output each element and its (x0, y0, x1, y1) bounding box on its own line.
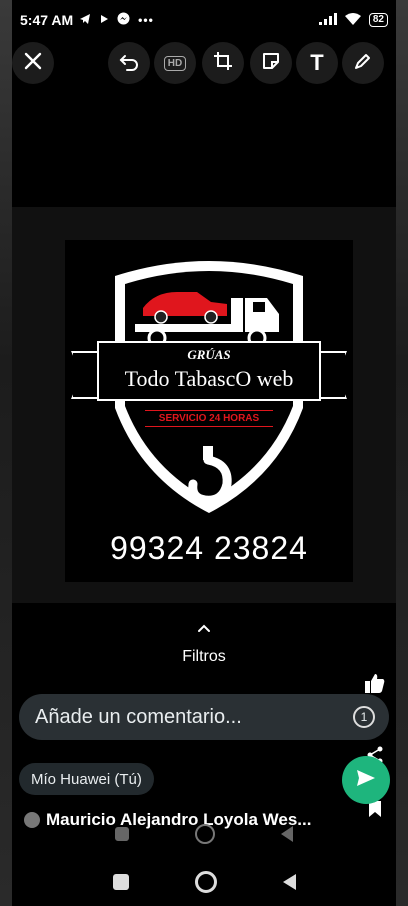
wifi-icon (344, 12, 361, 28)
flyer-brand: Todo TabascO web (124, 366, 294, 391)
status-time: 5:47 AM (20, 12, 74, 28)
text-icon: T (310, 50, 324, 75)
flyer-phone: 99324 23824 (110, 530, 308, 566)
hd-button[interactable]: HD (154, 42, 196, 84)
banner-main: GRÚAS Todo TabascO web (97, 341, 321, 401)
sticker-button[interactable] (250, 42, 292, 84)
sticker-icon (260, 50, 282, 77)
flyer-servicio: SERVICIO 24 HORAS (145, 410, 273, 427)
background-blur-right (396, 0, 408, 906)
tow-truck-flyer: GRÚAS Todo TabascO web SERVICIO 24 HORAS… (65, 240, 353, 582)
status-audience-chip[interactable]: Mío Huawei (Tú) (19, 763, 154, 795)
home-circle-icon (195, 824, 215, 844)
hd-icon: HD (163, 55, 187, 71)
battery-indicator: 82 (368, 13, 388, 27)
screen: 5:47 AM ••• 82 HD T GRÚAS Todo TabascO w… (0, 0, 408, 906)
comment-placeholder: Añade un comentario... (35, 705, 242, 728)
brand-banner: GRÚAS Todo TabascO web (71, 337, 347, 407)
filters-label: Filtros (182, 648, 226, 665)
more-dots-icon: ••• (138, 13, 154, 27)
view-once-icon[interactable]: 1 (353, 706, 375, 728)
back-button[interactable] (282, 874, 296, 890)
send-icon (355, 767, 377, 794)
text-button[interactable]: T (296, 42, 338, 84)
home-button[interactable] (194, 871, 217, 893)
image-preview: GRÚAS Todo TabascO web SERVICIO 24 HORAS… (12, 207, 396, 603)
draw-button[interactable] (342, 42, 384, 84)
status-bar: 5:47 AM ••• 82 (12, 0, 396, 40)
preview-nav-bar (0, 824, 408, 844)
editor-toolbar: HD T (12, 40, 396, 88)
undo-button[interactable] (108, 42, 150, 84)
messenger-icon (117, 12, 130, 28)
telegram-icon (79, 13, 91, 28)
send-button[interactable] (342, 756, 390, 804)
system-nav-bar (0, 868, 408, 896)
signal-icon (318, 12, 337, 28)
crop-rotate-button[interactable] (202, 42, 244, 84)
close-icon (22, 50, 44, 77)
flyer-gruas: GRÚAS (187, 347, 231, 362)
recents-square-icon (115, 827, 129, 841)
background-blur-left (0, 0, 12, 906)
crop-rotate-icon (212, 50, 234, 77)
draw-icon (352, 50, 374, 77)
recents-button[interactable] (112, 874, 129, 890)
undo-icon (118, 50, 140, 77)
close-button[interactable] (12, 42, 54, 84)
back-triangle-icon (281, 826, 293, 842)
comment-input[interactable]: Añade un comentario... 1 (19, 694, 389, 740)
play-icon (99, 13, 109, 27)
chevron-up-icon (0, 620, 408, 636)
filters-toggle[interactable]: Filtros (0, 620, 408, 666)
